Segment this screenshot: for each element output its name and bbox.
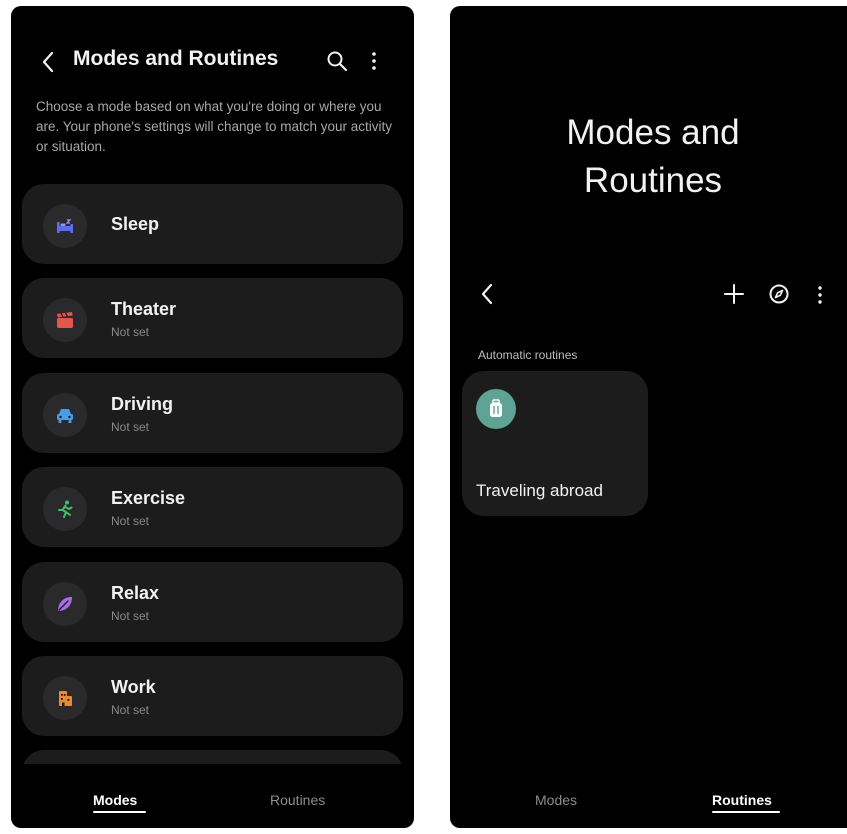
- mode-name: Exercise: [111, 488, 186, 508]
- mode-status: Not set: [111, 420, 150, 434]
- tab-routines[interactable]: Routines: [270, 792, 325, 808]
- routine-item-traveling-abroad[interactable]: Traveling abroad: [462, 371, 648, 516]
- routines-screen: Modes and Routines Automatic routines Tr…: [450, 6, 847, 828]
- active-tab-indicator: [93, 811, 146, 813]
- luggage-icon: [476, 389, 516, 429]
- more-options-icon[interactable]: [816, 284, 824, 306]
- car-icon: [43, 393, 87, 437]
- search-icon[interactable]: [325, 49, 349, 73]
- mode-name: Relax: [111, 583, 160, 603]
- mode-name: Work: [111, 677, 156, 697]
- page-title-text: Modes and Routines: [566, 113, 740, 200]
- mode-status: Not set: [111, 609, 150, 623]
- mode-status: Not set: [111, 514, 150, 528]
- modes-screen: Modes and Routines Choose a mode based o…: [11, 6, 414, 828]
- mode-name: Driving: [111, 394, 174, 414]
- back-arrow-icon[interactable]: [478, 282, 496, 306]
- description-text: Choose a mode based on what you're doing…: [36, 99, 393, 154]
- sleep-bed-icon: [43, 204, 87, 248]
- tab-routines[interactable]: Routines: [712, 792, 772, 808]
- tab-modes[interactable]: Modes: [93, 792, 137, 808]
- compass-discover-icon[interactable]: [768, 283, 790, 305]
- active-tab-indicator: [712, 811, 780, 813]
- building-icon: [43, 676, 87, 720]
- add-icon[interactable]: [723, 283, 745, 305]
- mode-status: Not set: [111, 325, 150, 339]
- section-label: Automatic routines: [478, 348, 578, 362]
- mode-item-relax[interactable]: Relax Not set: [22, 562, 403, 642]
- mode-item-exercise[interactable]: Exercise Not set: [22, 467, 403, 547]
- running-icon: [43, 487, 87, 531]
- mode-name: Sleep: [111, 214, 160, 234]
- mode-item-work[interactable]: Work Not set: [22, 656, 403, 736]
- more-options-icon[interactable]: [369, 50, 379, 72]
- page-title: Modes and Routines: [450, 109, 847, 205]
- routine-name: Traveling abroad: [476, 481, 603, 500]
- list-fade: [11, 764, 414, 784]
- leaf-icon: [43, 582, 87, 626]
- back-arrow-icon[interactable]: [38, 50, 58, 74]
- mode-item-theater[interactable]: Theater Not set: [22, 278, 403, 358]
- tab-modes[interactable]: Modes: [535, 792, 577, 808]
- mode-item-sleep[interactable]: Sleep: [22, 184, 403, 264]
- mode-status: Not set: [111, 703, 150, 717]
- theater-clapper-icon: [43, 298, 87, 342]
- mode-name: Theater: [111, 299, 177, 319]
- page-title: Modes and Routines: [73, 47, 279, 70]
- mode-item-driving[interactable]: Driving Not set: [22, 373, 403, 453]
